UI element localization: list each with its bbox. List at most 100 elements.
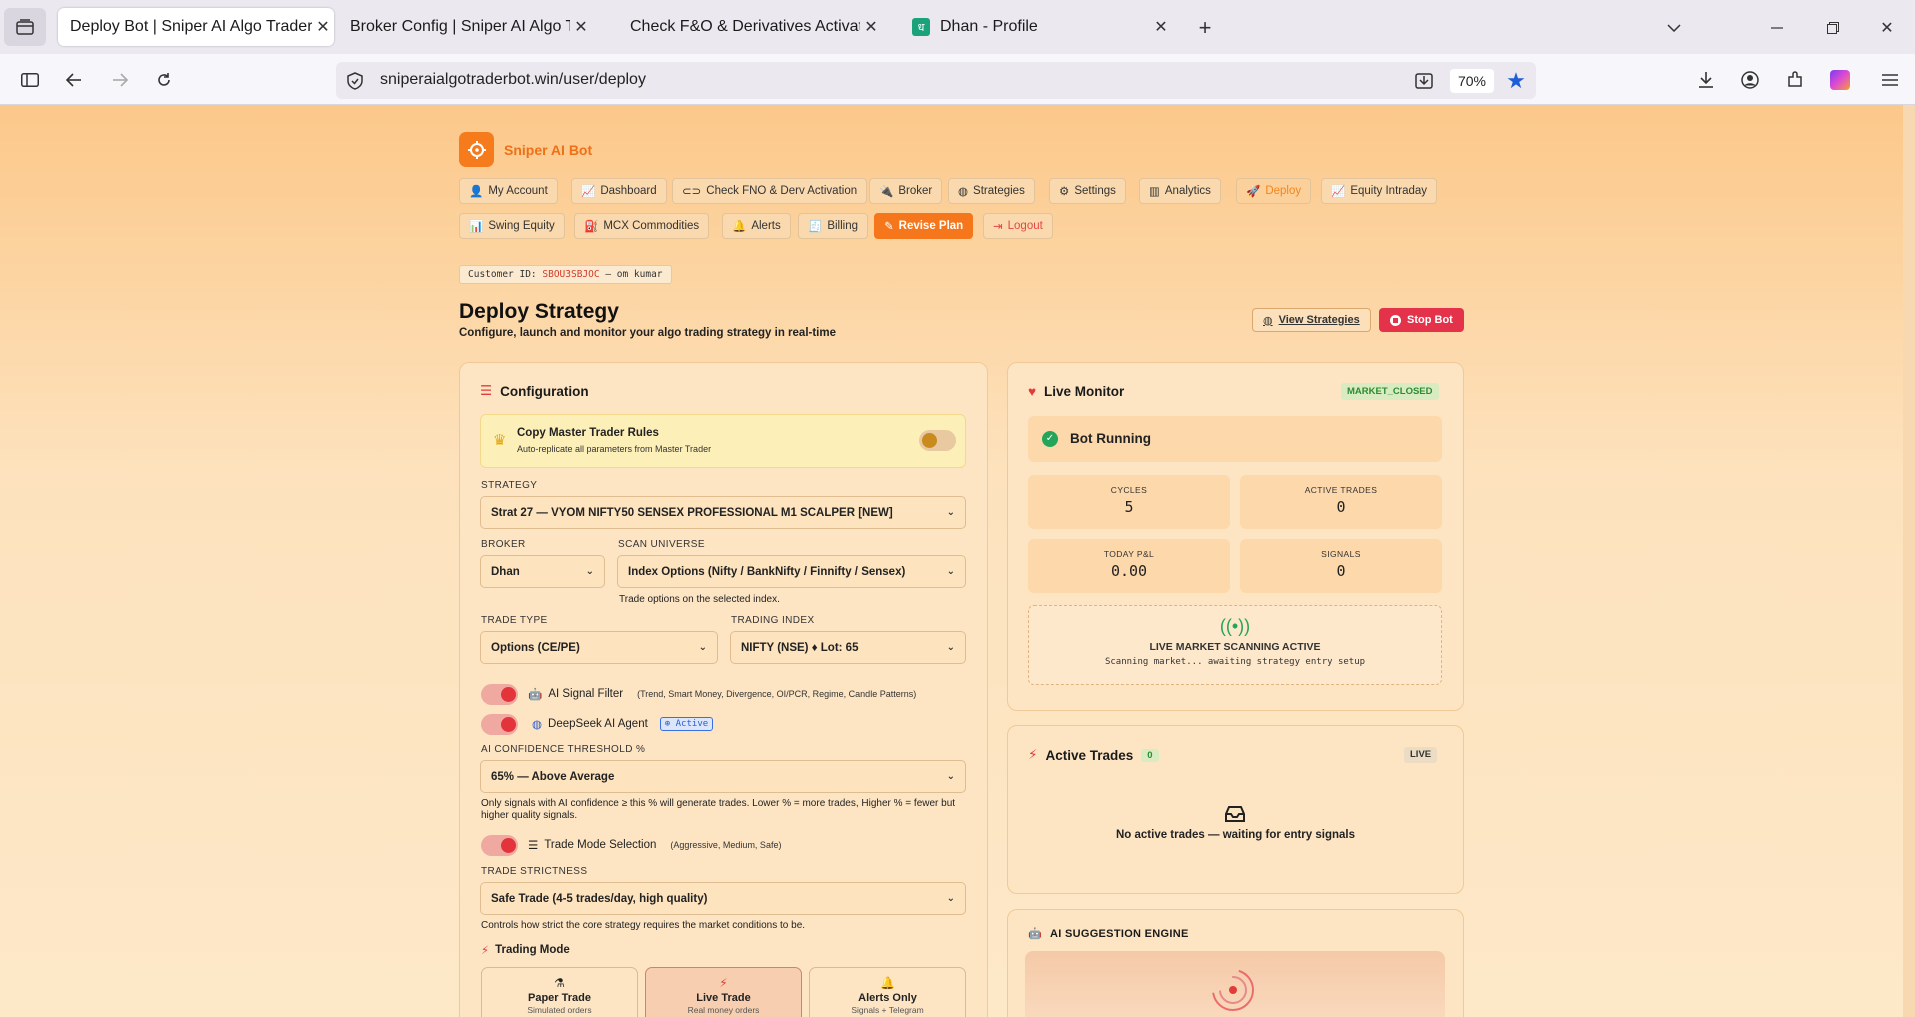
- trade-type-select[interactable]: Options (CE/PE) ⌄: [480, 631, 718, 664]
- strategy-value: Strat 27 — VYOM NIFTY50 SENSEX PROFESSIO…: [491, 506, 893, 519]
- dhan-favicon-icon: ध: [912, 18, 930, 36]
- confidence-help: Only signals with AI confidence ≥ this %…: [481, 798, 956, 821]
- tab-dhan-profile[interactable]: ध Dhan - Profile ✕: [900, 8, 1172, 46]
- confidence-select[interactable]: 65% — Above Average ⌄: [480, 760, 966, 793]
- minimize-icon[interactable]: [1762, 14, 1792, 42]
- nav-settings[interactable]: ⚙ Settings: [1049, 178, 1126, 204]
- broker-select[interactable]: Dhan ⌄: [480, 555, 605, 588]
- nav-billing[interactable]: 🧾 Billing: [798, 213, 869, 239]
- new-tab-icon[interactable]: +: [1190, 14, 1220, 42]
- receipt-icon: 🧾: [808, 221, 823, 233]
- tab-list-chevron-icon[interactable]: [1660, 14, 1688, 42]
- stop-bot-button[interactable]: Stop Bot: [1379, 308, 1464, 332]
- mode-live-trade[interactable]: ⚡ Live Trade Real money orders: [645, 967, 802, 1017]
- view-strategies-label: View Strategies: [1278, 314, 1360, 326]
- scrollbar[interactable]: [1903, 105, 1915, 1017]
- check-circle-icon: ✓: [1042, 431, 1058, 447]
- ai-signal-filter-toggle[interactable]: [481, 684, 518, 705]
- close-icon[interactable]: ✕: [312, 17, 334, 37]
- edit-icon: ✎: [884, 221, 894, 233]
- strategy-select[interactable]: Strat 27 — VYOM NIFTY50 SENSEX PROFESSIO…: [480, 496, 966, 529]
- ai-signal-filter-row: 🤖 AI Signal Filter (Trend, Smart Money, …: [528, 687, 916, 701]
- page-download-icon[interactable]: [1412, 69, 1436, 93]
- nav-revise-plan[interactable]: ✎ Revise Plan: [874, 213, 974, 239]
- tab-check-fno[interactable]: Check F&O & Derivatives Activation ✕: [618, 8, 882, 46]
- nav-label: Check FNO & Derv Activation: [706, 185, 858, 197]
- nav-strategies[interactable]: ◍ Strategies: [948, 178, 1035, 204]
- view-strategies-button[interactable]: ◍ View Strategies: [1252, 308, 1371, 332]
- scan-universe-value: Index Options (Nifty / BankNifty / Finni…: [628, 565, 906, 578]
- stat-value: 0: [1336, 498, 1346, 516]
- nav-label: Strategies: [973, 185, 1025, 197]
- browser-tab-bar: Deploy Bot | Sniper AI Algo Trader Bot ✕…: [0, 0, 1915, 54]
- ai-signal-filter-label: AI Signal Filter: [548, 688, 624, 700]
- nav-label: Settings: [1074, 185, 1116, 197]
- stop-bot-label: Stop Bot: [1407, 314, 1453, 326]
- back-icon[interactable]: [60, 66, 88, 94]
- deepseek-agent-toggle[interactable]: [481, 714, 518, 735]
- nav-my-account[interactable]: 👤 My Account: [459, 178, 558, 204]
- nav-dashboard[interactable]: 📈 Dashboard: [571, 178, 667, 204]
- nav-broker[interactable]: 🔌 Broker: [869, 178, 943, 204]
- close-icon[interactable]: ✕: [570, 17, 592, 37]
- trade-mode-toggle[interactable]: [481, 835, 518, 856]
- chevron-down-icon: ⌄: [946, 642, 955, 653]
- mode-title: Alerts Only: [858, 992, 917, 1004]
- tab-broker-config[interactable]: Broker Config | Sniper AI Algo Trader Bo…: [338, 8, 592, 46]
- sidebar-toggle-icon[interactable]: [16, 66, 44, 94]
- stat-today-pnl: TODAY P&L 0.00: [1028, 539, 1230, 593]
- close-icon[interactable]: ✕: [860, 17, 882, 37]
- trade-type-value: Options (CE/PE): [491, 641, 580, 654]
- brain-icon: ◍: [958, 186, 969, 198]
- logout-icon: ⇥: [993, 221, 1003, 233]
- site-info-shield-icon[interactable]: [344, 70, 366, 92]
- bookmark-star-icon[interactable]: ★: [1504, 68, 1528, 93]
- close-icon[interactable]: ✕: [1150, 17, 1172, 37]
- extension-app-icon[interactable]: [1826, 66, 1854, 94]
- address-bar[interactable]: sniperaialgotraderbot.win/user/deploy 70…: [336, 62, 1536, 99]
- downloads-icon[interactable]: [1692, 66, 1720, 94]
- account-icon[interactable]: [1736, 66, 1764, 94]
- stat-value: 0.00: [1110, 562, 1148, 580]
- nav-logout[interactable]: ⇥ Logout: [983, 213, 1053, 239]
- scan-universe-select[interactable]: Index Options (Nifty / BankNifty / Finni…: [617, 555, 966, 588]
- reload-icon[interactable]: [150, 66, 178, 94]
- tab-overview-icon[interactable]: [4, 8, 46, 46]
- nav-equity-intraday[interactable]: 📈 Equity Intraday: [1321, 178, 1438, 204]
- copy-master-title: Copy Master Trader Rules: [517, 427, 659, 439]
- nav-mcx-commodities[interactable]: ⛽ MCX Commodities: [574, 213, 710, 239]
- broker-value: Dhan: [491, 565, 520, 578]
- brand[interactable]: Sniper AI Bot: [459, 132, 592, 167]
- trading-index-select[interactable]: NIFTY (NSE) ♦ Lot: 65 ⌄: [730, 631, 966, 664]
- configuration-title: ☰ Configuration: [480, 383, 589, 399]
- nav-alerts[interactable]: 🔔 Alerts: [722, 213, 791, 239]
- nav-label: Revise Plan: [898, 220, 964, 232]
- robot-icon: 🤖: [1028, 928, 1042, 940]
- trade-strictness-select[interactable]: Safe Trade (4-5 trades/day, high quality…: [480, 882, 966, 915]
- chart-area-icon: 📊: [469, 221, 484, 233]
- mode-paper-trade[interactable]: ⚗ Paper Trade Simulated orders: [481, 967, 638, 1017]
- mode-alerts-only[interactable]: 🔔 Alerts Only Signals + Telegram: [809, 967, 966, 1017]
- nav-deploy[interactable]: 🚀 Deploy: [1236, 178, 1312, 204]
- copy-master-toggle[interactable]: [919, 430, 956, 451]
- zoom-level[interactable]: 70%: [1450, 69, 1494, 93]
- extensions-icon[interactable]: [1781, 66, 1809, 94]
- ai-radar-panel: [1025, 951, 1445, 1017]
- nav-swing-equity[interactable]: 📊 Swing Equity: [459, 213, 565, 239]
- nav-check-fno[interactable]: ⊂⊃ Check FNO & Derv Activation: [672, 178, 868, 204]
- tab-deploy-bot[interactable]: Deploy Bot | Sniper AI Algo Trader Bot ✕: [58, 8, 334, 46]
- trade-strictness-help: Controls how strict the core strategy re…: [481, 920, 806, 931]
- mode-title: Paper Trade: [528, 992, 591, 1004]
- forward-icon[interactable]: [106, 66, 134, 94]
- menu-icon[interactable]: [1876, 66, 1904, 94]
- deepseek-agent-label: DeepSeek AI Agent: [548, 718, 648, 730]
- sliders-icon: ☰: [528, 840, 539, 852]
- stat-cycles: CYCLES 5: [1028, 475, 1230, 529]
- restore-icon[interactable]: [1818, 14, 1848, 42]
- close-window-icon[interactable]: ✕: [1872, 14, 1902, 42]
- stat-label: ACTIVE TRADES: [1304, 485, 1378, 495]
- brain-icon: ◍: [532, 719, 543, 731]
- nav-analytics[interactable]: ▥ Analytics: [1139, 178, 1221, 204]
- robot-icon: 🤖: [528, 689, 543, 701]
- bot-status-panel: ✓ Bot Running: [1028, 416, 1442, 462]
